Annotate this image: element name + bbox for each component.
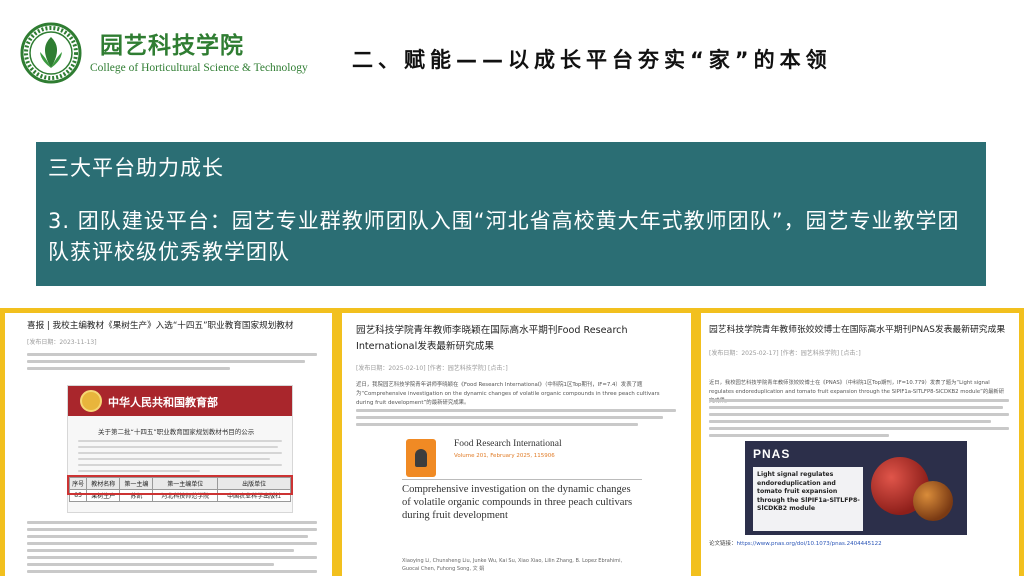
pnas-article-card: PNAS Light signal regulates endoreduplic…: [745, 441, 967, 535]
pnas-title-panel: Light signal regulates endoreduplication…: [753, 467, 863, 531]
doc1-title: 喜报 | 我校主编教材《果树生产》入选“十四五”职业教育国家规划教材: [27, 321, 294, 331]
table-highlight-box: [67, 475, 293, 495]
moe-header: 中华人民共和国教育部: [68, 386, 292, 416]
elsevier-logo-icon: [406, 439, 436, 477]
info-banner: 三大平台助力成长 3. 团队建设平台：园艺专业群教师团队入围“河北省高校黄大年式…: [36, 142, 986, 286]
news-screenshot-food-research: 园艺科技学院青年教师李晓颖在国际高水平期刊Food Research Inter…: [342, 313, 691, 576]
journal-name: Food Research International: [454, 439, 562, 449]
reference-link[interactable]: https://www.pnas.org/doi/10.1073/pnas.24…: [737, 541, 882, 547]
moe-notice-title: 关于第二批“十四五”职业教育国家规划教材书目的公示: [98, 428, 255, 436]
doc2-meta: [发布日期：2025-02-10] [作者：园艺科技学院] [点击：]: [356, 365, 508, 372]
doc1-meta: [发布日期：2023-11-13]: [27, 339, 97, 346]
news-screenshot-pnas: 园艺科技学院青年教师张姣姣博士在国际高水平期刊PNAS发表最新研究成果 [发布日…: [701, 313, 1019, 576]
pnas-logo: PNAS: [753, 447, 791, 461]
doc3-reference: 论文链接：https://www.pnas.org/doi/10.1073/pn…: [709, 539, 882, 547]
logo-chinese-name: 园艺科技学院: [100, 32, 244, 59]
moe-notice-text: [78, 440, 282, 476]
doc3-title: 园艺科技学院青年教师张姣姣博士在国际高水平期刊PNAS发表最新研究成果: [709, 325, 1006, 335]
national-emblem-icon: [80, 390, 102, 412]
news-screenshot-textbook: 喜报 | 我校主编教材《果树生产》入选“十四五”职业教育国家规划教材 [发布日期…: [5, 313, 332, 576]
doc3-text-block: [709, 399, 1009, 441]
journal-article-card: Food Research International Volume 201, …: [402, 431, 642, 576]
reference-label: 论文链接：: [709, 541, 737, 547]
doc2-text-block: [356, 409, 676, 430]
doc2-body: 近日，我院园艺科技学院青年讲师李晓颖在《Food Research Intern…: [356, 382, 660, 406]
article-title: Comprehensive investigation on the dynam…: [402, 484, 633, 521]
college-seal-icon: [20, 22, 82, 84]
college-logo: 园艺科技学院 College of Horticultural Science …: [20, 22, 308, 84]
doc2-title: 园艺科技学院青年教师李晓颖在国际高水平期刊Food Research Inter…: [356, 325, 628, 352]
article-authors: Xiaoying Li, Chunsheng Liu, Junke Wu, Ka…: [402, 558, 623, 572]
banner-body: 3. 团队建设平台：园艺专业群教师团队入围“河北省高校黄大年式教师团队”，园艺专…: [48, 209, 960, 264]
banner-heading: 三大平台助力成长: [48, 156, 224, 180]
pnas-article-title: Light signal regulates endoreduplication…: [757, 471, 860, 512]
logo-english-name: College of Horticultural Science & Techn…: [90, 62, 308, 74]
doc3-meta: [发布日期：2025-02-17] [作者：园艺科技学院] [点击：]: [709, 350, 861, 357]
slide-title: 二、赋能——以成长平台夯实“家”的本领: [352, 48, 832, 72]
doc1-text-block-bottom: [27, 521, 317, 576]
slide: 园艺科技学院 College of Horticultural Science …: [0, 0, 1024, 576]
tomato-image: [913, 481, 953, 521]
doc1-text-block: [27, 353, 317, 374]
divider: [402, 479, 642, 480]
journal-volume: Volume 201, February 2025, 115906: [454, 453, 555, 459]
moe-name: 中华人民共和国教育部: [108, 396, 218, 409]
